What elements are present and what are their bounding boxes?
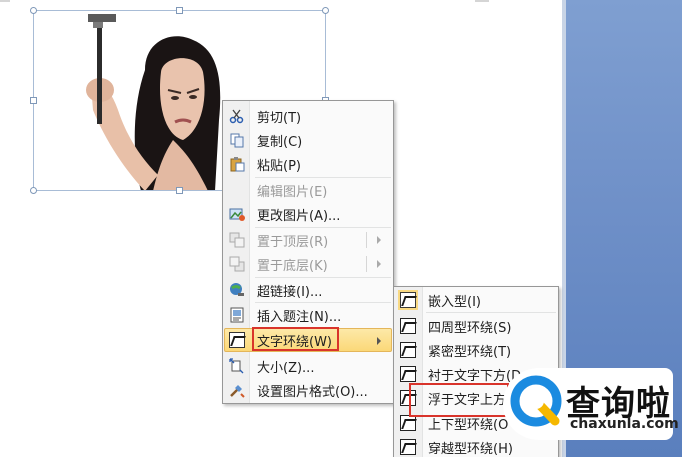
submenu-item-tight[interactable]: 紧密型环绕(T): [396, 338, 511, 362]
submenu-item-inline[interactable]: 嵌入型(I): [396, 288, 481, 312]
menu-item-label: 剪切(T): [257, 110, 302, 126]
blank-icon: [226, 179, 248, 201]
behind-text-icon: [397, 363, 419, 385]
resize-handle-top-left[interactable]: [30, 7, 37, 14]
copy-icon: [226, 129, 248, 151]
submenu-item-square[interactable]: 四周型环绕(S): [396, 314, 511, 338]
corner-mark: [475, 0, 489, 2]
menu-item-format-picture[interactable]: 设置图片格式(O)...: [225, 378, 368, 402]
corner-mark: [0, 0, 10, 2]
watermark-domain: chaxunla.com: [570, 416, 679, 432]
menu-item-label: 大小(Z)...: [257, 360, 315, 376]
paste-icon: [226, 153, 248, 175]
tight-wrap-icon: [397, 339, 419, 361]
resize-handle-left[interactable]: [30, 97, 37, 104]
menu-item-label: 紧密型环绕(T): [428, 344, 512, 360]
menu-item-label: 置于底层(K): [257, 258, 328, 274]
menu-item-insert-caption[interactable]: 插入题注(N)...: [225, 303, 341, 327]
submenu-divider: [366, 232, 367, 248]
menu-item-send-to-back[interactable]: 置于底层(K): [225, 252, 328, 276]
menu-item-label: 粘贴(P): [257, 158, 301, 174]
text-wrap-icon: [226, 329, 248, 351]
send-back-icon: [226, 253, 248, 275]
menu-item-edit-picture[interactable]: 编辑图片(E): [225, 178, 327, 202]
menu-item-label: 超链接(I)...: [257, 284, 323, 300]
menu-item-change-picture[interactable]: 更改图片(A)...: [225, 202, 340, 226]
hyperlink-icon: [226, 279, 248, 301]
menu-item-hyperlink[interactable]: 超链接(I)...: [225, 278, 322, 302]
menu-item-label: 更改图片(A)...: [257, 208, 341, 224]
menu-separator: [426, 312, 556, 313]
format-picture-icon: [226, 379, 248, 401]
size-icon: [226, 355, 248, 377]
menu-item-label: 复制(C): [257, 134, 303, 150]
magnifier-logo-icon: [510, 375, 562, 427]
bring-front-icon: [226, 229, 248, 251]
through-wrap-icon: [397, 436, 419, 457]
resize-handle-bottom-left[interactable]: [30, 187, 37, 194]
menu-item-paste[interactable]: 粘贴(P): [225, 152, 301, 176]
inline-wrap-icon: [397, 289, 419, 311]
menu-item-label: 编辑图片(E): [257, 184, 328, 200]
resize-handle-top-right[interactable]: [322, 7, 329, 14]
callout-highlight-box: [252, 327, 339, 351]
menu-item-label: 插入题注(N)...: [257, 309, 342, 325]
submenu-divider: [366, 256, 367, 272]
menu-item-label: 四周型环绕(S): [428, 320, 512, 336]
scissors-icon: [226, 105, 248, 127]
menu-item-label: 设置图片格式(O)...: [257, 384, 368, 400]
chevron-right-icon: [377, 337, 381, 345]
submenu-item-through[interactable]: 穿越型环绕(H): [396, 435, 513, 457]
chevron-right-icon: [377, 236, 381, 244]
menu-item-cut[interactable]: 剪切(T): [225, 104, 301, 128]
callout-highlight-box: [409, 383, 509, 417]
resize-handle-bottom[interactable]: [176, 187, 183, 194]
change-picture-icon: [226, 203, 248, 225]
menu-item-size[interactable]: 大小(Z)...: [225, 354, 314, 378]
menu-item-label: 置于顶层(R): [257, 234, 329, 250]
chevron-right-icon: [377, 260, 381, 268]
menu-item-label: 嵌入型(I): [428, 294, 481, 310]
caption-icon: [226, 304, 248, 326]
resize-handle-top[interactable]: [176, 7, 183, 14]
square-wrap-icon: [397, 315, 419, 337]
menu-item-label: 衬于文字下方(D: [428, 368, 522, 384]
menu-item-label: 穿越型环绕(H): [428, 441, 513, 457]
menu-item-copy[interactable]: 复制(C): [225, 128, 302, 152]
menu-item-bring-to-front[interactable]: 置于顶层(R): [225, 228, 328, 252]
context-menu: 剪切(T) 复制(C) 粘贴(P) 编辑图片(E) 更改图片(A)... 置于顶…: [222, 100, 394, 404]
